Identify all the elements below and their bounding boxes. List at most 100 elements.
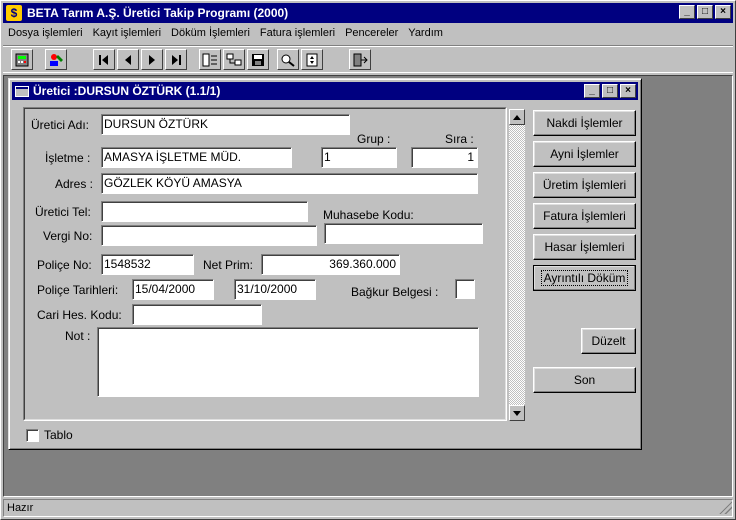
close-button[interactable]: × (715, 5, 731, 19)
menu-fatura[interactable]: Fatura işlemleri (255, 24, 340, 42)
not-textarea[interactable] (97, 327, 479, 397)
minimize-button[interactable]: _ (679, 5, 695, 19)
exit-button[interactable] (349, 49, 371, 70)
scroll-up-button[interactable] (509, 109, 525, 125)
previous-record-icon (125, 54, 131, 65)
child-maximize-button[interactable]: □ (602, 84, 618, 98)
next-record-icon (149, 54, 155, 65)
ayni-islemler-button[interactable]: Ayni İşlemler (533, 141, 636, 167)
menu-pencereler[interactable]: Pencereler (340, 24, 403, 42)
window-icon (15, 85, 29, 97)
menu-dokum[interactable]: Döküm İşlemleri (166, 24, 255, 42)
scroll-button[interactable] (301, 49, 323, 70)
duzelt-label: Düzelt (591, 334, 626, 348)
maximize-button[interactable]: □ (697, 5, 713, 19)
net-prim-input[interactable]: 369.360.000 (261, 254, 400, 275)
menu-kayit[interactable]: Kayıt işlemleri (88, 24, 166, 42)
grup-label: Grup : (357, 132, 391, 146)
child-minimize-button[interactable]: _ (584, 84, 600, 98)
muhasebe-kodu-input[interactable] (324, 223, 483, 244)
uretici-tel-label: Üretici Tel: (35, 205, 91, 219)
tablo-label: Tablo (44, 428, 73, 442)
close-icon: × (625, 85, 631, 96)
exit-icon (353, 53, 368, 66)
uretici-tel-input[interactable] (101, 201, 308, 222)
minimize-icon: _ (684, 6, 690, 17)
police-no-input[interactable]: 1548532 (101, 254, 194, 275)
tablo-checkbox[interactable] (26, 429, 39, 442)
cari-hes-kodu-input[interactable] (132, 304, 262, 325)
user-edit-button[interactable] (45, 49, 67, 70)
child-close-button[interactable]: × (620, 84, 636, 98)
police-bitis-input[interactable]: 31/10/2000 (234, 279, 316, 300)
mdi-workspace: Üretici :DURSUN ÖZTÜRK (1.1/1) _ □ × Üre… (3, 75, 733, 497)
status-text: Hazır (7, 502, 34, 514)
menu-bar: Dosya işlemleri Kayıt işlemleri Döküm İş… (3, 24, 733, 42)
close-icon: × (720, 6, 726, 17)
first-record-button[interactable] (93, 49, 115, 70)
not-label: Not : (65, 329, 91, 343)
sira-input[interactable]: 1 (411, 147, 478, 168)
vergi-no-input[interactable] (101, 225, 317, 246)
app-window: $ BETA Tarım A.Ş. Üretici Takip Programı… (0, 0, 736, 520)
calculator-button[interactable] (11, 49, 33, 70)
uretici-adi-input[interactable]: DURSUN ÖZTÜRK (101, 114, 350, 135)
minimize-icon: _ (589, 85, 595, 96)
hasar-islemleri-button[interactable]: Hasar İşlemleri (533, 234, 636, 260)
duzelt-button[interactable]: Düzelt (581, 328, 636, 354)
last-record-button[interactable] (165, 49, 187, 70)
last-record-icon (172, 54, 181, 65)
ayni-islemler-label: Ayni İşlemler (550, 147, 619, 161)
fatura-islemleri-button[interactable]: Fatura İşlemleri (533, 203, 636, 229)
toolbar (3, 45, 733, 73)
resize-grip-icon[interactable] (719, 501, 732, 514)
tree-icon (226, 53, 242, 65)
calculator-icon (15, 53, 29, 66)
net-prim-label: Net Prim: (203, 258, 254, 272)
search-button[interactable] (277, 49, 299, 70)
nakdi-islemler-button[interactable]: Nakdi İşlemler (533, 110, 636, 136)
muhasebe-kodu-label: Muhasebe Kodu: (323, 208, 414, 222)
user-edit-icon (50, 53, 63, 66)
scroll-icon (306, 53, 318, 66)
producer-window-title: Üretici :DURSUN ÖZTÜRK (1.1/1) (33, 84, 221, 98)
ayrintili-dokum-label: Ayrıntılı Döküm (540, 270, 629, 286)
producer-window: Üretici :DURSUN ÖZTÜRK (1.1/1) _ □ × Üre… (8, 78, 642, 450)
cari-hes-kodu-label: Cari Hes. Kodu: (37, 308, 122, 322)
app-dollar-icon: $ (6, 5, 22, 21)
ayrintili-dokum-button[interactable]: Ayrıntılı Döküm (533, 265, 636, 291)
next-record-button[interactable] (141, 49, 163, 70)
sira-label: Sıra : (445, 132, 474, 146)
save-button[interactable] (247, 49, 269, 70)
first-record-icon (99, 54, 108, 65)
producer-window-title-bar: Üretici :DURSUN ÖZTÜRK (1.1/1) _ □ × (12, 82, 638, 100)
app-title: BETA Tarım A.Ş. Üretici Takip Programı (… (27, 6, 289, 20)
form-scrollbar[interactable] (509, 109, 525, 421)
grup-input[interactable]: 1 (321, 147, 397, 168)
list-button[interactable] (199, 49, 221, 70)
bagkur-belgesi-checkbox[interactable] (455, 279, 475, 299)
tree-button[interactable] (223, 49, 245, 70)
list-icon (202, 53, 217, 66)
title-bar: $ BETA Tarım A.Ş. Üretici Takip Programı… (3, 3, 733, 23)
son-label: Son (573, 373, 596, 387)
producer-form: Üretici Adı: DURSUN ÖZTÜRK Grup : Sıra :… (23, 107, 507, 421)
status-bar: Hazır (3, 499, 733, 517)
adres-input[interactable]: GÖZLEK KÖYÜ AMASYA (101, 173, 478, 194)
menu-dosya[interactable]: Dosya işlemleri (3, 24, 88, 42)
police-tarihleri-label: Poliçe Tarihleri: (37, 283, 119, 297)
scroll-down-button[interactable] (509, 405, 525, 421)
arrow-down-icon (513, 410, 521, 416)
bagkur-belgesi-label: Bağkur Belgesi : (351, 285, 439, 299)
son-button[interactable]: Son (533, 367, 636, 393)
fatura-islemleri-label: Fatura İşlemleri (543, 209, 626, 223)
adres-label: Adres : (55, 177, 94, 191)
previous-record-button[interactable] (117, 49, 139, 70)
menu-yardim[interactable]: Yardım (403, 24, 448, 42)
maximize-icon: □ (701, 6, 709, 17)
isletme-label: İşletme : (45, 151, 91, 165)
uretim-islemleri-button[interactable]: Üretim İşlemleri (533, 172, 636, 198)
police-no-label: Poliçe No: (37, 258, 92, 272)
isletme-input[interactable]: AMASYA İŞLETME MÜD. (101, 147, 292, 168)
police-baslangic-input[interactable]: 15/04/2000 (132, 279, 214, 300)
